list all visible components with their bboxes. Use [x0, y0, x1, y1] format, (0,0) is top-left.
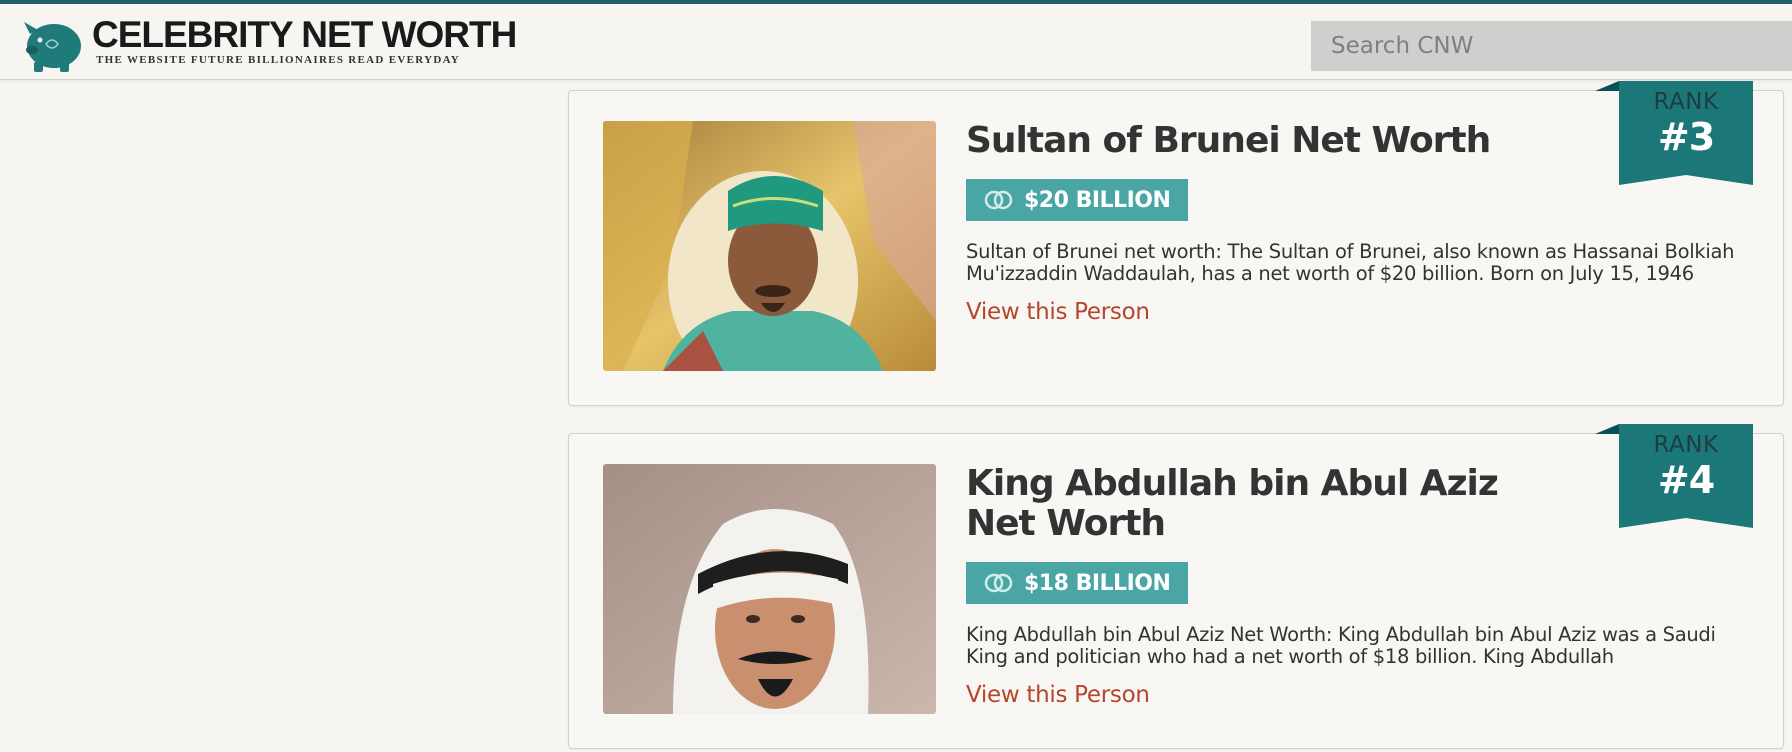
rank-label: RANK — [1653, 89, 1719, 115]
net-worth-badge: $20 BILLION — [966, 179, 1189, 221]
net-worth-badge: $18 BILLION — [966, 562, 1189, 604]
coins-icon — [984, 190, 1013, 210]
view-person-link[interactable]: View this Person — [966, 682, 1150, 708]
rank-ribbon: RANK #4 — [1595, 424, 1753, 528]
search-input[interactable] — [1311, 21, 1792, 71]
ranking-card: Sultan of Brunei Net Worth $20 BILLION S… — [568, 81, 1784, 406]
person-description: King Abdullah bin Abul Aziz Net Worth: K… — [966, 623, 1716, 668]
site-header: CELEBRITY NET WORTH THE WEBSITE FUTURE B… — [0, 0, 1792, 80]
rank-number: #3 — [1657, 115, 1715, 159]
person-name: King Abdullah bin Abul Aziz Net Worth — [966, 463, 1499, 544]
rank-label: RANK — [1653, 432, 1719, 458]
view-person-link[interactable]: View this Person — [966, 299, 1150, 325]
person-photo[interactable] — [603, 121, 936, 371]
net-worth-value: $18 BILLION — [1024, 570, 1171, 596]
logo-title: CELEBRITY NET WORTH — [92, 14, 517, 55]
piggy-bank-icon — [24, 22, 81, 72]
rank-number: #4 — [1657, 458, 1715, 502]
coins-icon — [984, 573, 1013, 593]
person-description: Sultan of Brunei net worth: The Sultan o… — [966, 240, 1735, 285]
ranking-card: King Abdullah bin Abul Aziz Net Worth $1… — [568, 424, 1784, 749]
rank-ribbon: RANK #3 — [1595, 81, 1753, 185]
logo-tagline: THE WEBSITE FUTURE BILLIONAIRES READ EVE… — [96, 54, 461, 66]
site-logo[interactable]: CELEBRITY NET WORTH THE WEBSITE FUTURE B… — [20, 14, 517, 74]
person-name: Sultan of Brunei Net Worth — [966, 120, 1491, 161]
net-worth-value: $20 BILLION — [1024, 187, 1171, 213]
person-photo[interactable] — [603, 464, 936, 714]
